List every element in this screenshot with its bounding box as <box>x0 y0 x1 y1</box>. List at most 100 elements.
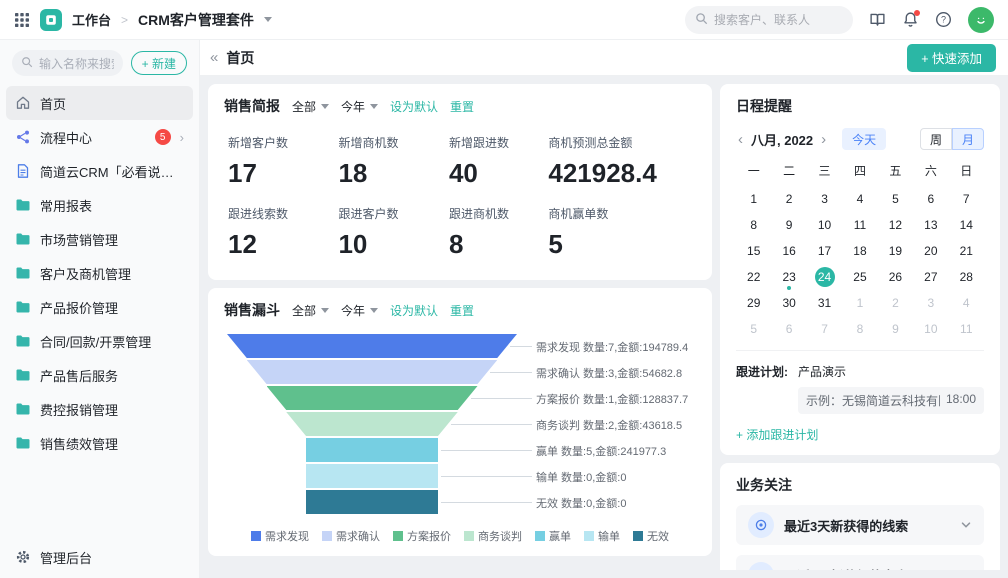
legend-item[interactable]: 需求确认 <box>322 528 380 544</box>
app-title[interactable]: CRM客户管理套件 <box>138 10 254 30</box>
calendar-day[interactable]: 5 <box>878 187 913 210</box>
business-item[interactable]: 最近3天新获得的线索 <box>736 505 984 545</box>
calendar-day[interactable]: 11 <box>842 213 877 236</box>
calendar-day[interactable]: 2 <box>878 291 913 314</box>
calendar-day[interactable]: 28 <box>949 265 984 288</box>
calendar-day[interactable]: 6 <box>771 317 806 340</box>
calendar-day[interactable]: 7 <box>807 317 842 340</box>
content-header: « 首页 + 快速添加 <box>200 40 1008 76</box>
calendar-day[interactable]: 11 <box>949 317 984 340</box>
sidebar-item[interactable]: 市场营销管理 <box>6 222 193 256</box>
calendar-day[interactable]: 10 <box>807 213 842 236</box>
apps-grid-icon[interactable] <box>14 12 30 28</box>
calendar-day[interactable]: 30 <box>771 291 806 314</box>
funnel-connector-line <box>441 476 532 477</box>
funnel-set-default-link[interactable]: 设为默认 <box>390 302 438 319</box>
calendar-day[interactable]: 16 <box>771 239 806 262</box>
legend-item[interactable]: 需求发现 <box>251 528 309 544</box>
today-button[interactable]: 今天 <box>842 128 886 150</box>
funnel-title: 销售漏斗 <box>224 300 280 320</box>
next-month-icon[interactable]: › <box>819 132 828 147</box>
sidebar-item[interactable]: 产品售后服务 <box>6 358 193 392</box>
collapse-sidebar-icon[interactable]: « <box>210 49 218 66</box>
weekday-label: 五 <box>878 162 913 179</box>
brief-reset-link[interactable]: 重置 <box>450 98 474 115</box>
prev-month-icon[interactable]: ‹ <box>736 132 745 147</box>
funnel-scope-select[interactable]: 全部 <box>292 302 329 319</box>
topbar-search-input[interactable]: 搜索客户、联系人 <box>685 6 853 34</box>
calendar-day[interactable]: 8 <box>842 317 877 340</box>
new-button[interactable]: + 新建 <box>131 51 187 75</box>
sidebar-item[interactable]: 首页 <box>6 86 193 120</box>
calendar-day[interactable]: 26 <box>878 265 913 288</box>
calendar-day[interactable]: 22 <box>736 265 771 288</box>
calendar-day[interactable]: 15 <box>736 239 771 262</box>
sidebar-admin-link[interactable]: 管理后台 <box>0 536 199 578</box>
help-icon[interactable]: ? <box>935 11 952 28</box>
calendar-day[interactable]: 5 <box>736 317 771 340</box>
calendar-day[interactable]: 6 <box>913 187 948 210</box>
calendar-day[interactable]: 14 <box>949 213 984 236</box>
funnel-time-select[interactable]: 今年 <box>341 302 378 319</box>
legend-item[interactable]: 输单 <box>584 528 620 544</box>
sidebar-item[interactable]: 客户及商机管理 <box>6 256 193 290</box>
calendar-day[interactable]: 7 <box>949 187 984 210</box>
plan-item[interactable]: 示例：无锡简道云科技有限... 18:00 <box>798 387 984 414</box>
calendar-day[interactable]: 25 <box>842 265 877 288</box>
calendar-day[interactable]: 31 <box>807 291 842 314</box>
funnel-band <box>306 490 438 514</box>
app-title-caret-icon[interactable] <box>264 17 272 22</box>
sidebar-search-input[interactable]: 输入名称来搜索 <box>12 50 123 76</box>
calendar-day[interactable]: 29 <box>736 291 771 314</box>
calendar-day[interactable]: 13 <box>913 213 948 236</box>
calendar-day[interactable]: 1 <box>736 187 771 210</box>
sidebar-item[interactable]: 简道云CRM「必看说明」 <box>6 154 193 188</box>
folder-icon <box>15 265 31 281</box>
calendar-day[interactable]: 23 <box>771 265 806 288</box>
user-avatar[interactable] <box>968 7 994 33</box>
legend-item[interactable]: 赢单 <box>535 528 571 544</box>
notification-bell-icon[interactable] <box>902 11 919 28</box>
workbench-logo-icon[interactable] <box>40 9 62 31</box>
calendar-day[interactable]: 18 <box>842 239 877 262</box>
sidebar-item[interactable]: 合同/回款/开票管理 <box>6 324 193 358</box>
sidebar-item[interactable]: 流程中心5› <box>6 120 193 154</box>
calendar-day[interactable]: 24 <box>807 265 842 288</box>
sidebar-item[interactable]: 费控报销管理 <box>6 392 193 426</box>
calendar-day[interactable]: 9 <box>771 213 806 236</box>
sidebar-item[interactable]: 销售绩效管理 <box>6 426 193 460</box>
legend-item[interactable]: 方案报价 <box>393 528 451 544</box>
calendar-day[interactable]: 4 <box>949 291 984 314</box>
legend-item[interactable]: 无效 <box>633 528 669 544</box>
calendar-day[interactable]: 9 <box>878 317 913 340</box>
workspace-label[interactable]: 工作台 <box>72 10 111 29</box>
funnel-reset-link[interactable]: 重置 <box>450 302 474 319</box>
calendar-day[interactable]: 20 <box>913 239 948 262</box>
quick-add-button[interactable]: + 快速添加 <box>907 44 996 72</box>
calendar-day[interactable]: 27 <box>913 265 948 288</box>
calendar-day[interactable]: 3 <box>913 291 948 314</box>
sidebar-item[interactable]: 产品报价管理 <box>6 290 193 324</box>
calendar-day[interactable]: 17 <box>807 239 842 262</box>
calendar-day[interactable]: 4 <box>842 187 877 210</box>
calendar-day[interactable]: 8 <box>736 213 771 236</box>
add-plan-link[interactable]: + 添加跟进计划 <box>736 426 818 443</box>
business-item[interactable]: 最近3天新获得的客户 <box>736 555 984 570</box>
week-view-button[interactable]: 周 <box>920 128 952 150</box>
calendar-day[interactable]: 1 <box>842 291 877 314</box>
metric-value: 5 <box>548 229 692 260</box>
month-view-button[interactable]: 月 <box>952 128 984 150</box>
calendar-day[interactable]: 21 <box>949 239 984 262</box>
brief-set-default-link[interactable]: 设为默认 <box>390 98 438 115</box>
calendar-day[interactable]: 12 <box>878 213 913 236</box>
calendar-day[interactable]: 10 <box>913 317 948 340</box>
brief-time-select[interactable]: 今年 <box>341 98 378 115</box>
calendar-day[interactable]: 19 <box>878 239 913 262</box>
calendar-day[interactable]: 2 <box>771 187 806 210</box>
notebook-icon[interactable] <box>869 11 886 28</box>
calendar-day[interactable]: 3 <box>807 187 842 210</box>
sidebar-item[interactable]: 常用报表 <box>6 188 193 222</box>
funnel-header: 销售漏斗 全部 今年 设为默认 重置 <box>224 300 696 320</box>
brief-scope-select[interactable]: 全部 <box>292 98 329 115</box>
legend-item[interactable]: 商务谈判 <box>464 528 522 544</box>
